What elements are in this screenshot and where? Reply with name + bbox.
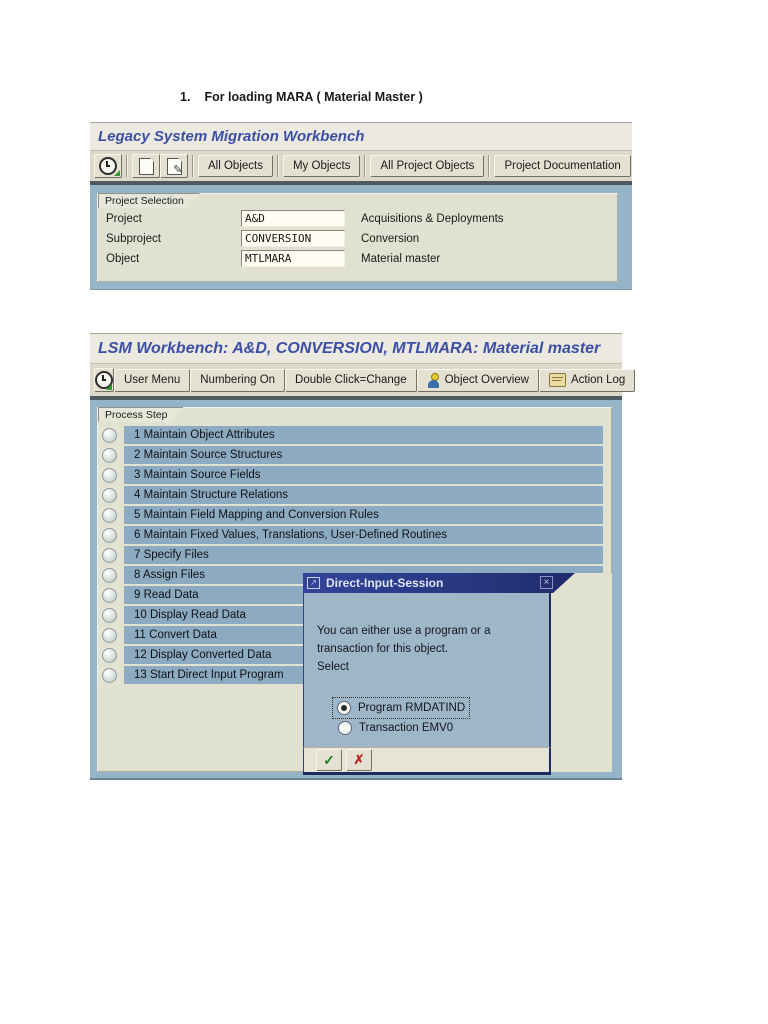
step-status-indicator (102, 667, 117, 683)
content-area: Project Selection Project A&D Acquisitio… (90, 185, 632, 290)
step-status-indicator (102, 427, 117, 443)
window-title: LSM Workbench: A&D, CONVERSION, MTLMARA:… (90, 334, 622, 363)
step-status-indicator (102, 487, 117, 503)
toolbar-separator (192, 155, 194, 177)
step-status-indicator (102, 587, 117, 603)
radio-icon (337, 701, 351, 715)
process-step-row: 7 Specify Files (99, 546, 603, 564)
step-status-indicator (102, 567, 117, 583)
all-project-objects-button[interactable]: All Project Objects (370, 155, 485, 177)
execute-button[interactable] (94, 154, 122, 178)
toolbar: ✎ All Objects My Objects All Project Obj… (90, 150, 632, 181)
process-step-row: 3 Maintain Source Fields (99, 466, 603, 484)
my-objects-button[interactable]: My Objects (282, 155, 361, 177)
process-step-row: 4 Maintain Structure Relations (99, 486, 603, 504)
x-icon: ✗ (353, 752, 365, 767)
subproject-description: Conversion (361, 232, 420, 245)
step-status-indicator (102, 527, 117, 543)
field-row: Subproject CONVERSION Conversion (106, 230, 419, 247)
step-6[interactable]: 6 Maintain Fixed Values, Translations, U… (124, 526, 603, 544)
dialog-titlebar[interactable]: ↗ Direct-Input-Session × (303, 573, 575, 593)
field-row: Object MTLMARA Material master (106, 250, 440, 267)
execute-arrow-icon (114, 170, 120, 176)
toolbar-separator (276, 155, 279, 177)
dialog-right-margin (551, 573, 612, 772)
project-description: Acquisitions & Deployments (361, 212, 504, 225)
process-step-row: 1 Maintain Object Attributes (99, 426, 603, 444)
toolbar: User Menu Numbering On Double Click=Chan… (90, 363, 636, 396)
doc-heading: 1. For loading MARA ( Material Master ) (180, 90, 423, 104)
process-step-row: 5 Maintain Field Mapping and Conversion … (99, 506, 603, 524)
project-documentation-button[interactable]: Project Documentation (494, 155, 631, 177)
heading-text: For loading MARA ( Material Master ) (204, 90, 423, 104)
radio-icon (338, 721, 352, 735)
step-status-indicator (102, 447, 117, 463)
toolbar-separator (488, 155, 491, 177)
step-7[interactable]: 7 Specify Files (124, 546, 603, 564)
toolbar-separator (126, 155, 128, 177)
execute-arrow-icon (106, 384, 112, 390)
step-3[interactable]: 3 Maintain Source Fields (124, 466, 603, 484)
process-step-row: 2 Maintain Source Structures (99, 446, 603, 464)
object-label: Object (106, 252, 140, 265)
all-objects-button[interactable]: All Objects (198, 155, 273, 177)
process-step-tab: Process Step (98, 407, 183, 422)
step-5[interactable]: 5 Maintain Field Mapping and Conversion … (124, 506, 603, 524)
numbering-on-button[interactable]: Numbering On (190, 368, 286, 392)
heading-number: 1. (180, 90, 191, 104)
step-4[interactable]: 4 Maintain Structure Relations (124, 486, 603, 504)
session-icon: ↗ (307, 577, 320, 589)
step-status-indicator (102, 647, 117, 663)
lsmw-main-window: Legacy System Migration Workbench ✎ All … (90, 122, 632, 290)
execute-button[interactable] (94, 368, 114, 392)
radio-transaction-emv0[interactable]: Transaction EMV0 (334, 718, 457, 738)
project-selection-panel: Project Selection Project A&D Acquisitio… (97, 193, 618, 282)
subproject-label: Subproject (106, 232, 161, 245)
person-icon (427, 372, 440, 388)
radio-program-rmdatind[interactable]: Program RMDATIND (331, 697, 471, 719)
toolbar-separator (364, 155, 367, 177)
user-menu-button[interactable]: User Menu (114, 368, 191, 392)
step-status-indicator (102, 507, 117, 523)
edit-document-icon: ✎ (166, 157, 183, 176)
object-overview-button[interactable]: Object Overview (416, 368, 539, 392)
create-button[interactable] (132, 154, 160, 178)
dialog-text-line: transaction for this object. (317, 643, 449, 655)
process-step-row: 6 Maintain Fixed Values, Translations, U… (99, 526, 603, 544)
dialog-options: Program RMDATIND Transaction EMV0 (304, 697, 549, 738)
scroll-icon (548, 373, 566, 387)
dialog-text-line: You can either use a program or a (317, 625, 491, 637)
step-2[interactable]: 2 Maintain Source Structures (124, 446, 603, 464)
dialog-text-line: Select (317, 661, 349, 673)
action-log-button[interactable]: Action Log (538, 368, 636, 392)
window-title: Legacy System Migration Workbench (90, 123, 632, 150)
change-button[interactable]: ✎ (160, 154, 188, 178)
dialog-title: Direct-Input-Session (326, 576, 444, 590)
project-field[interactable]: A&D (241, 210, 345, 227)
checkmark-icon: ✓ (323, 751, 335, 768)
step-status-indicator (102, 467, 117, 483)
dialog-footer: ✓ ✗ (303, 747, 551, 772)
object-field[interactable]: MTLMARA (241, 250, 345, 267)
field-row: Project A&D Acquisitions & Deployments (106, 210, 504, 227)
cancel-button[interactable]: ✗ (346, 749, 372, 771)
dialog-body: You can either use a program or a transa… (303, 593, 551, 747)
direct-input-session-dialog: ↗ Direct-Input-Session × You can either … (303, 573, 551, 775)
step-status-indicator (102, 607, 117, 623)
step-status-indicator (102, 627, 117, 643)
dialog-bottom-border (303, 772, 551, 775)
project-label: Project (106, 212, 142, 225)
step-1[interactable]: 1 Maintain Object Attributes (124, 426, 603, 444)
confirm-button[interactable]: ✓ (316, 749, 342, 771)
new-document-icon (138, 157, 154, 175)
step-status-indicator (102, 547, 117, 563)
double-click-change-button[interactable]: Double Click=Change (285, 368, 417, 392)
close-icon[interactable]: × (540, 576, 553, 589)
subproject-field[interactable]: CONVERSION (241, 230, 345, 247)
object-description: Material master (361, 252, 441, 265)
project-selection-tab: Project Selection (98, 193, 200, 208)
